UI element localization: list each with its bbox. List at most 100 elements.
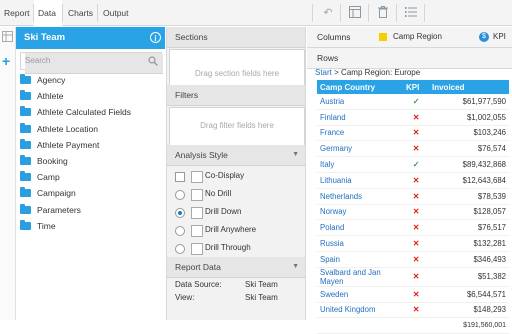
invoiced-cell: $61,977,590 — [429, 94, 509, 110]
filters-header: Filters — [167, 85, 305, 106]
cross-icon: ✕ — [403, 286, 429, 303]
country-cell[interactable]: Austria — [317, 94, 403, 110]
table-row: Poland ✕ $76,517 — [317, 219, 509, 237]
empty-cell — [403, 317, 429, 334]
field-folder[interactable]: Athlete Calculated Fields — [20, 106, 160, 120]
search-input[interactable]: Search — [20, 52, 163, 74]
country-cell[interactable]: Netherlands — [317, 188, 403, 205]
header-kpi[interactable]: KPI — [403, 80, 429, 94]
field-folder[interactable]: Athlete Payment — [20, 138, 160, 153]
tab-report[interactable]: Report — [2, 0, 34, 26]
filters-drop-zone[interactable]: Drag filter fields here — [169, 107, 305, 147]
search-icon[interactable] — [148, 56, 158, 66]
check-icon: ✓ — [403, 156, 429, 173]
middle-panel: Sections Drag section fields here Filter… — [166, 27, 306, 320]
field-folder[interactable]: Booking — [20, 155, 160, 169]
table-row: United Kingdom ✕ $148,293 — [317, 302, 509, 319]
folder-icon — [20, 219, 31, 230]
field-folder[interactable]: Time — [20, 219, 160, 234]
invoiced-cell: $51,382 — [429, 267, 509, 287]
field-folder[interactable]: Athlete — [20, 90, 160, 104]
table-row: Lithuania ✕ $12,643,684 — [317, 172, 509, 189]
divider — [396, 4, 397, 22]
folder-icon — [20, 138, 31, 149]
add-icon[interactable]: + — [2, 54, 14, 68]
invoiced-cell: $346,493 — [429, 251, 509, 268]
drill-option[interactable]: No Drill — [175, 187, 303, 203]
header-camp-country[interactable]: Camp Country — [317, 80, 403, 94]
country-cell[interactable]: Finland — [317, 109, 403, 126]
undo-icon[interactable]: ↶ — [321, 6, 335, 20]
cross-icon: ✕ — [403, 302, 429, 319]
country-cell[interactable]: Italy — [317, 156, 403, 173]
drill-option[interactable]: Drill Through — [175, 241, 303, 257]
field-folder[interactable]: Campaign — [20, 187, 160, 201]
info-icon[interactable]: i — [150, 32, 161, 43]
country-cell[interactable]: Germany — [317, 140, 403, 158]
delete-icon[interactable] — [376, 6, 390, 20]
cross-icon: ✕ — [403, 204, 429, 221]
header-invoiced[interactable]: Invoiced — [429, 80, 509, 94]
divider — [33, 4, 34, 22]
tab-charts[interactable]: Charts — [64, 0, 98, 26]
field-folder[interactable]: Agency — [20, 74, 160, 88]
folder-icon — [20, 155, 31, 165]
invoiced-cell: $128,057 — [429, 204, 509, 221]
table-row: Norway ✕ $128,057 — [317, 204, 509, 221]
columns-label: Columns — [317, 32, 351, 42]
table-row: Sweden ✕ $6,544,571 — [317, 286, 509, 303]
drill-option[interactable]: Drill Anywhere — [175, 223, 303, 239]
view-value: Ski Team — [245, 293, 278, 302]
invoiced-cell: $1,002,055 — [429, 109, 509, 126]
report-data-header[interactable]: Report Data ▼ — [167, 257, 305, 278]
tab-output[interactable]: Output — [99, 0, 133, 26]
drill-option-label: Drill Through — [205, 243, 251, 252]
table-row: Austria ✓ $61,977,590 — [317, 94, 509, 110]
divider — [424, 4, 425, 22]
folder-icon — [20, 122, 31, 133]
country-cell[interactable]: United Kingdom — [317, 302, 403, 319]
sections-header: Sections — [167, 27, 305, 48]
country-cell[interactable]: Lithuania — [317, 172, 403, 189]
drill-option-label: No Drill — [205, 189, 232, 198]
view-row: View: Ski Team — [175, 293, 278, 302]
folder-icon — [20, 74, 31, 84]
grid-icon[interactable] — [2, 31, 13, 42]
country-cell[interactable]: Svalbard and Jan Mayen — [317, 267, 403, 287]
radio-button[interactable] — [175, 190, 185, 200]
analysis-style-header[interactable]: Analysis Style ▼ — [167, 145, 305, 166]
folder-label: Athlete — [37, 91, 64, 102]
field-folder[interactable]: Camp — [20, 171, 160, 185]
divider — [62, 4, 63, 22]
country-cell[interactable]: Poland — [317, 219, 403, 237]
folder-label: Agency — [37, 75, 66, 85]
invoiced-cell: $132,281 — [429, 235, 509, 252]
table-row: Svalbard and Jan Mayen ✕ $51,382 — [317, 267, 509, 287]
radio-button[interactable] — [175, 244, 185, 254]
country-cell[interactable]: Russia — [317, 235, 403, 252]
field-folder[interactable]: Athlete Location — [20, 122, 160, 137]
invoiced-cell: $89,432,868 — [429, 156, 509, 173]
table-row: Finland ✕ $1,002,055 — [317, 109, 509, 126]
country-cell[interactable]: Norway — [317, 204, 403, 221]
country-cell[interactable]: Spain — [317, 251, 403, 268]
radio-button[interactable] — [175, 208, 185, 218]
total-cell: $191,560,001 — [429, 317, 509, 334]
country-cell[interactable]: Sweden — [317, 286, 403, 303]
country-cell[interactable]: France — [317, 125, 403, 142]
folder-icon — [20, 203, 31, 214]
drill-style-icon — [191, 243, 203, 255]
drill-option[interactable]: Drill Down — [175, 205, 303, 221]
checkbox[interactable] — [175, 172, 185, 182]
divider — [340, 4, 341, 22]
table-layout-icon[interactable] — [348, 6, 362, 20]
chevron-down-icon: ▼ — [292, 151, 299, 158]
table-row: Italy ✓ $89,432,868 — [317, 156, 509, 173]
dimension-icon — [379, 33, 387, 41]
breadcrumb-start-link[interactable]: Start — [315, 68, 332, 77]
list-icon[interactable] — [404, 6, 418, 20]
co-display-checkbox[interactable]: Co-Display — [175, 169, 303, 185]
field-folder[interactable]: Parameters — [20, 203, 160, 218]
radio-button[interactable] — [175, 226, 185, 236]
tab-data[interactable]: Data — [34, 0, 62, 26]
